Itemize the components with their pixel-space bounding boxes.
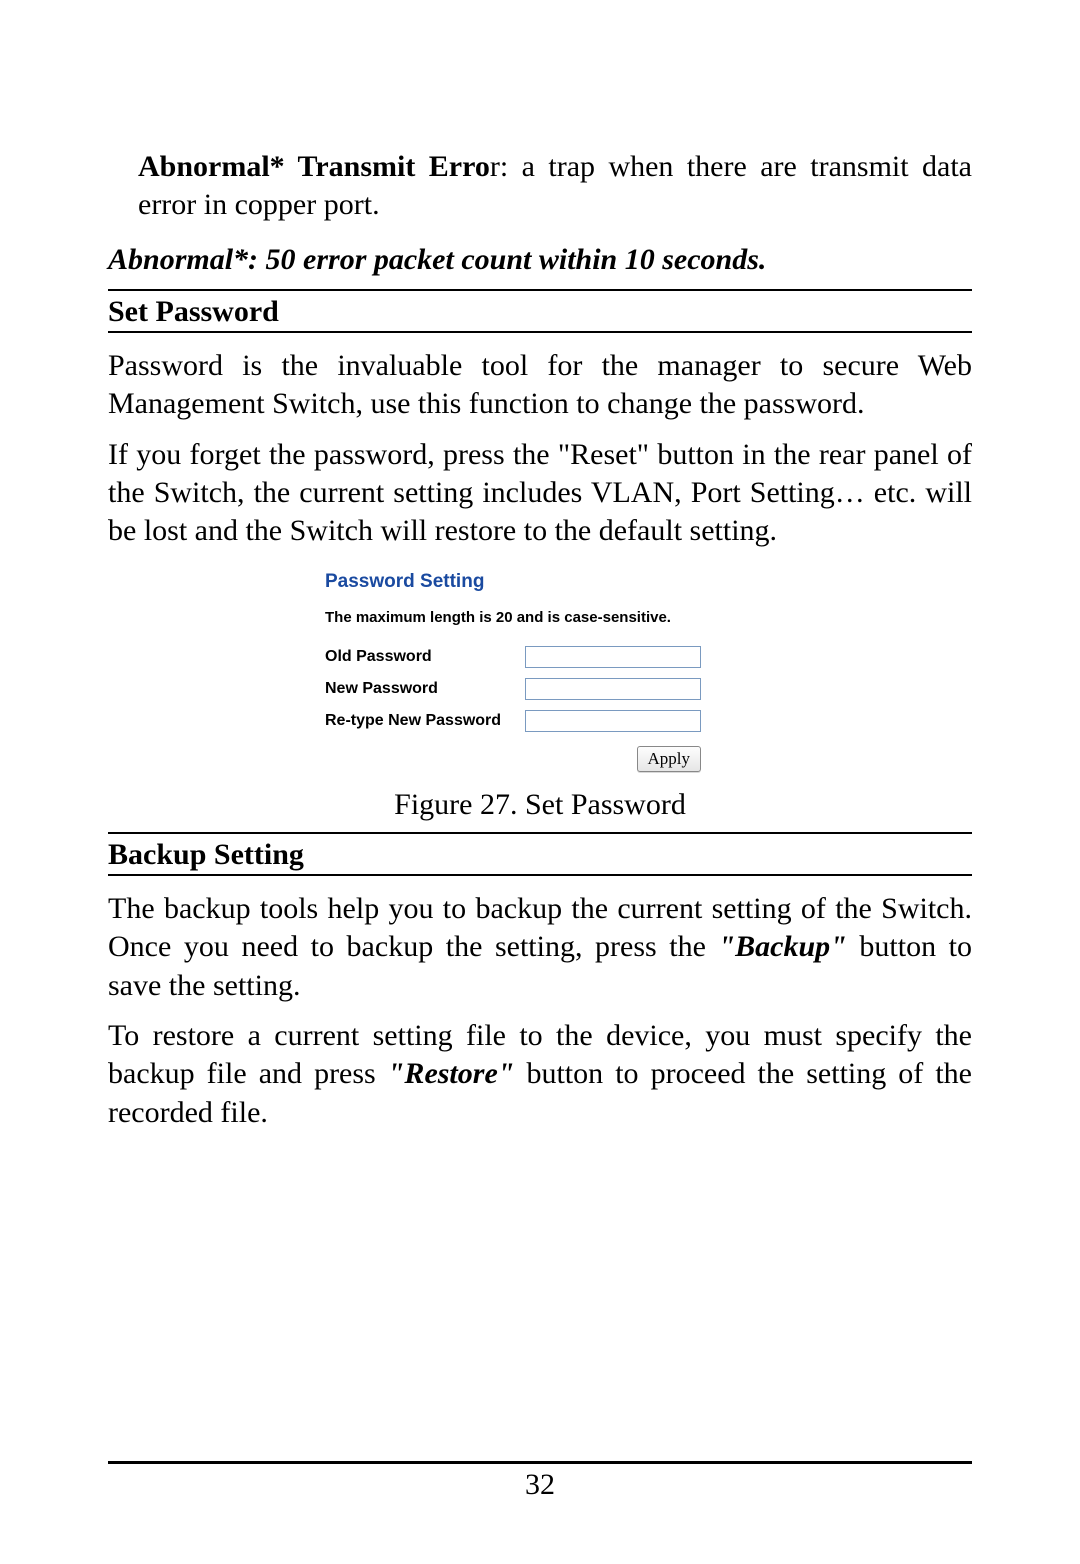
- page-number: 32: [0, 1468, 1080, 1502]
- new-password-input[interactable]: [525, 678, 701, 700]
- old-password-input[interactable]: [525, 646, 701, 668]
- backup-p2b: "Restore": [388, 1057, 515, 1090]
- figure-27-caption: Figure 27. Set Password: [108, 788, 972, 822]
- new-password-label: New Password: [325, 680, 525, 698]
- backup-setting-heading: Backup Setting: [108, 834, 972, 874]
- old-password-label: Old Password: [325, 648, 525, 666]
- old-password-row: Old Password: [325, 646, 755, 668]
- password-setting-note: The maximum length is 20 and is case-sen…: [325, 609, 755, 626]
- backup-p1: The backup tools help you to backup the …: [108, 890, 972, 1005]
- set-password-p1: Password is the invaluable tool for the …: [108, 347, 972, 424]
- password-setting-title: Password Setting: [325, 571, 755, 593]
- new-password-row: New Password: [325, 678, 755, 700]
- password-setting-widget: Password Setting The maximum length is 2…: [325, 571, 755, 772]
- retype-password-row: Re-type New Password: [325, 710, 755, 732]
- abnormal-definition: Abnormal*: 50 error packet count within …: [108, 243, 972, 277]
- section-rule-bottom-1: [108, 331, 972, 333]
- backup-p2: To restore a current setting file to the…: [108, 1017, 972, 1132]
- intro-paragraph-block: Abnormal* Transmit Error: a trap when th…: [108, 148, 972, 225]
- document-page: Abnormal* Transmit Error: a trap when th…: [0, 0, 1080, 1564]
- set-password-heading: Set Password: [108, 291, 972, 331]
- abnormal-transmit-paragraph: Abnormal* Transmit Error: a trap when th…: [138, 148, 972, 225]
- apply-button[interactable]: Apply: [637, 746, 702, 772]
- set-password-p2: If you forget the password, press the "R…: [108, 436, 972, 551]
- section-rule-bottom-2: [108, 874, 972, 876]
- abnormal-transmit-bold: Abnormal* Transmit Erro: [138, 150, 490, 183]
- footer-rule: [108, 1461, 972, 1464]
- backup-p1b: "Backup": [719, 930, 847, 963]
- retype-password-input[interactable]: [525, 710, 701, 732]
- retype-password-label: Re-type New Password: [325, 712, 525, 730]
- apply-row: Apply: [325, 746, 755, 772]
